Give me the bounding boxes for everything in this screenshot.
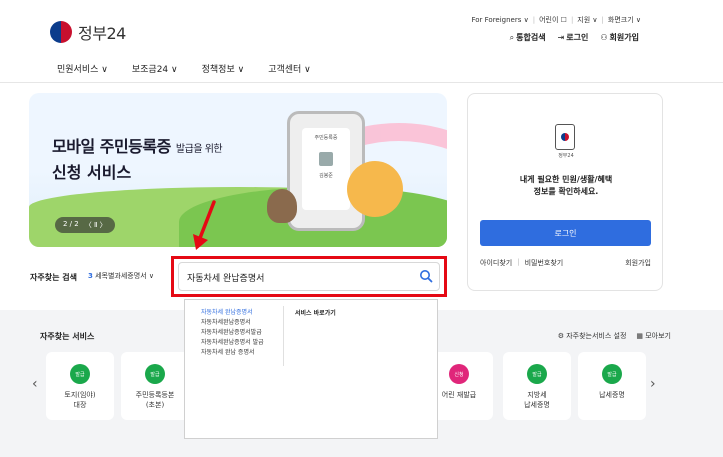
autocomplete-item[interactable]: 자동차세완납증명서 xyxy=(201,318,264,328)
autocomplete-dropdown: 자동차세 완납증명서 자동차세완납증명서 자동차세완납증명서발급 자동차세완납증… xyxy=(184,299,438,439)
find-password-link[interactable]: 비밀번호찾기 xyxy=(525,258,564,268)
search-input[interactable] xyxy=(187,268,407,286)
nav-civil-services[interactable]: 민원서비스 ∨ xyxy=(57,62,108,75)
frequent-search-label: 자주찾는 검색 xyxy=(30,273,77,282)
banner-title: 모바일 주민등록증 발급을 위한 xyxy=(52,137,223,156)
service-card[interactable]: 발급 지방세 납세증명 xyxy=(503,352,571,420)
nav-subsidy24[interactable]: 보조금24 ∨ xyxy=(132,62,178,75)
services-settings-link[interactable]: ⚙ 자주찾는서비스 설정 xyxy=(558,331,627,341)
id-card-illustration: 주민등록증 김봉준 xyxy=(302,128,350,210)
util-link-foreigners[interactable]: For Foreigners ∨ xyxy=(471,16,528,24)
service-badge: 발급 xyxy=(145,364,165,384)
login-icon: ⇥ xyxy=(557,33,565,42)
services-more-link[interactable]: ▦ 모아보기 xyxy=(636,331,671,341)
autocomplete-list: 자동차세 완납증명서 자동차세완납증명서 자동차세완납증명서발급 자동차세완납증… xyxy=(201,308,264,358)
cat-mascot-icon xyxy=(347,161,403,217)
signup-link-card[interactable]: 회원가입 xyxy=(625,258,651,268)
government-emblem-icon xyxy=(50,21,72,43)
util-link-kids[interactable]: 어린이 ☐ xyxy=(539,15,567,25)
service-label: 주민등록등본 (초본) xyxy=(135,391,175,409)
signup-link[interactable]: ⚇ 회원가입 xyxy=(600,32,639,43)
search-icon: ⌕ xyxy=(509,33,515,42)
service-badge: 신청 xyxy=(449,364,469,384)
service-badge: 발급 xyxy=(70,364,90,384)
site-logo[interactable]: 정부24 xyxy=(50,20,126,44)
red-arrow-icon xyxy=(193,200,216,250)
banner-subtitle: 신청 서비스 xyxy=(52,163,132,182)
chevron-right-icon[interactable]: › xyxy=(650,376,656,392)
login-link[interactable]: ⇥ 로그인 xyxy=(558,32,589,43)
nav-policy-info[interactable]: 정책정보 ∨ xyxy=(202,62,245,75)
service-label: 납세증명 xyxy=(599,391,625,399)
gov24-app-icon xyxy=(555,124,575,150)
login-links: 아이디찾기 | 비밀번호찾기 회원가입 xyxy=(480,258,651,268)
app-caption: 정부24 xyxy=(558,153,574,159)
nav-customer-center[interactable]: 고객센터 ∨ xyxy=(268,62,311,75)
find-id-link[interactable]: 아이디찾기 xyxy=(480,258,512,268)
service-badge: 발급 xyxy=(527,364,547,384)
service-label: 지방세 납세증명 xyxy=(524,391,550,409)
autocomplete-item[interactable]: 자동차세 완납증명서 xyxy=(201,308,264,318)
service-badge: 발급 xyxy=(602,364,622,384)
util-link-zoom[interactable]: 화면크기 ∨ xyxy=(608,15,641,25)
dropdown-divider xyxy=(283,306,284,366)
nav-divider xyxy=(0,82,723,83)
frequent-services-title: 자주찾는 서비스 xyxy=(40,332,95,341)
service-card[interactable]: 발급 토지(임야) 대장 xyxy=(46,352,114,420)
search-box xyxy=(178,262,440,291)
login-button[interactable]: 로그인 xyxy=(480,220,651,246)
chevron-left-icon[interactable]: ‹ xyxy=(32,376,38,392)
service-label: 토지(임야) 대장 xyxy=(64,391,96,409)
main-banner[interactable]: 모바일 주민등록증 발급을 위한 신청 서비스 주민등록증 김봉준 2 / 2 … xyxy=(29,93,447,247)
utility-links: For Foreigners ∨ | 어린이 ☐ | 지원 ∨ | 화면크기 ∨ xyxy=(471,15,641,25)
service-card[interactable]: 발급 주민등록등본 (초본) xyxy=(121,352,189,420)
login-message: 내게 필요한 민원/생활/혜택 정보를 확인하세요. xyxy=(519,175,613,196)
banner-pager[interactable]: 2 / 2 〈 Ⅱ 〉 xyxy=(55,217,115,233)
header-actions: ⌕ 통합검색 ⇥ 로그인 ⚇ 회원가입 xyxy=(510,32,639,43)
autocomplete-item[interactable]: 자동차세완납증명서 발급 xyxy=(201,338,264,348)
owl-mascot-icon xyxy=(267,189,297,223)
avatar-icon xyxy=(319,152,333,166)
frequent-services-tools: ⚙ 자주찾는서비스 설정 ▦ 모아보기 xyxy=(558,331,671,341)
user-plus-icon: ⚇ xyxy=(600,33,608,42)
frequent-search-select[interactable]: 3 세목별과세증명서 ∨ xyxy=(88,271,154,281)
main-navigation: 민원서비스 ∨ 보조금24 ∨ 정책정보 ∨ 고객센터 ∨ xyxy=(57,62,311,75)
autocomplete-item[interactable]: 자동차세 완납 증명서 xyxy=(201,348,264,358)
service-card[interactable]: 발급 납세증명 xyxy=(578,352,646,420)
integrated-search-link[interactable]: ⌕ 통합검색 xyxy=(510,32,546,43)
search-icon[interactable] xyxy=(419,269,433,283)
logo-text: 정부24 xyxy=(78,24,126,43)
service-shortcut-label: 서비스 바로가기 xyxy=(295,310,336,317)
pager-controls-icon[interactable]: 〈 Ⅱ 〉 xyxy=(85,220,107,230)
autocomplete-item[interactable]: 자동차세완납증명서발급 xyxy=(201,328,264,338)
login-card: 정부24 내게 필요한 민원/생활/혜택 정보를 확인하세요. 로그인 아이디찾… xyxy=(467,93,663,291)
util-link-support[interactable]: 지원 ∨ xyxy=(577,15,597,25)
